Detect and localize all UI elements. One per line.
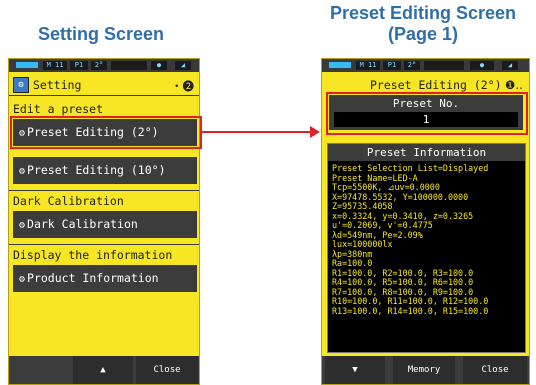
gear-icon: ⚙ <box>19 166 26 177</box>
close-button[interactable]: Close <box>136 356 198 384</box>
battery-icon <box>16 62 38 68</box>
status-indicator <box>111 61 147 70</box>
up-button[interactable]: ▲ <box>73 356 133 384</box>
preset-editing-10-button[interactable]: ⚙ Preset Editing (10°) <box>13 157 197 184</box>
status-bar: M 11 P1 2° ● ◢ <box>9 59 199 72</box>
status-angle: 2° <box>91 61 107 70</box>
section-divider <box>9 190 199 191</box>
product-information-button[interactable]: ⚙ Product Information <box>13 265 197 292</box>
signal-icon: ◢ <box>502 61 518 70</box>
measure-mode-icon: ● <box>470 61 494 70</box>
status-indicator <box>424 61 464 70</box>
measure-mode-icon: ● <box>151 61 167 70</box>
status-bar: M 11 P1 2° ● ◢ <box>322 59 529 72</box>
preset-editing-10-label: Preset Editing (10°) <box>27 163 166 177</box>
dark-calibration-button[interactable]: ⚙ Dark Calibration <box>13 211 197 238</box>
status-preset: P1 <box>70 61 88 70</box>
section-dark-calibration: Dark Calibration <box>13 194 124 208</box>
status-preset: P1 <box>383 61 401 70</box>
highlight-preset-editing-2 <box>10 116 202 149</box>
highlight-preset-no <box>326 92 528 135</box>
down-button[interactable]: ▼ <box>325 356 385 384</box>
header-title: Setting <box>33 78 82 92</box>
preset-editing-heading-line1: Preset Editing Screen <box>329 3 517 23</box>
arrow-line <box>202 131 310 133</box>
setting-screen: M 11 P1 2° ● ◢ ⚙ Setting ・❷ Edit a prese… <box>8 58 200 385</box>
setting-screen-heading: Setting Screen <box>37 24 165 44</box>
status-angle: 2° <box>404 61 420 70</box>
section-display-information: Display the information <box>13 248 173 262</box>
signal-icon: ◢ <box>175 61 191 70</box>
gear-icon: ⚙ <box>19 274 26 285</box>
dark-calibration-label: Dark Calibration <box>27 217 138 231</box>
preset-info-line: R13=100.0, R14=100.0, R15=100.0 <box>332 305 489 316</box>
preset-editing-screen-heading: Preset Editing Screen (Page 1) <box>310 3 536 45</box>
close-button[interactable]: Close <box>463 356 527 384</box>
preset-editing-heading-line2: (Page 1) <box>387 24 459 44</box>
section-edit-preset: Edit a preset <box>13 102 104 116</box>
setting-icon: ⚙ <box>13 77 29 93</box>
page-indicator: ・❷ <box>171 79 194 93</box>
status-mode: M 11 <box>43 61 67 70</box>
preset-information-panel: Preset Information Preset Selection List… <box>327 143 526 353</box>
section-divider <box>9 244 199 245</box>
gear-icon: ⚙ <box>19 220 26 231</box>
page-indicator: ❶‥ <box>505 78 523 92</box>
bottom-bar: ▼ Memory Close <box>322 356 529 384</box>
product-information-label: Product Information <box>27 271 159 285</box>
bottom-bar: ▲ Close <box>9 356 199 384</box>
preset-information-text: Preset Selection List=Displayed Preset Na… <box>332 163 489 316</box>
preset-information-title: Preset Information <box>328 144 525 161</box>
header-title: Preset Editing (2°) <box>370 78 502 92</box>
arrow-right-icon <box>310 126 320 138</box>
header-divider <box>9 95 199 96</box>
battery-icon <box>329 62 351 68</box>
status-mode: M 11 <box>356 61 380 70</box>
memory-button[interactable]: Memory <box>393 356 455 384</box>
